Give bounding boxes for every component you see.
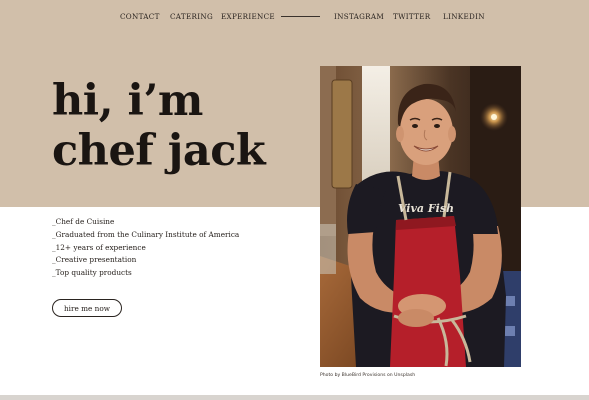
chef-portrait-illustration: Viva Fish — [320, 66, 521, 367]
bio-item-title: _Chef de Cuisine — [52, 217, 115, 226]
hero-headline: hi, i’m chef jack — [52, 76, 266, 176]
nav-link-linkedin[interactable]: LINKEDIN — [443, 10, 485, 24]
nav-link-contact[interactable]: CONTACT — [120, 10, 160, 24]
bio-item-education: _Graduated from the Culinary Institute o… — [52, 229, 240, 239]
nav-link-catering[interactable]: CATERING — [170, 10, 213, 24]
bio-item-experience: _12+ years of experience — [52, 242, 146, 252]
bio-item-products: _Top quality products — [52, 268, 132, 278]
nav-link-instagram[interactable]: INSTAGRAM — [334, 10, 384, 24]
nav-divider — [281, 16, 320, 17]
shirt-logo-text: Viva Fish — [398, 202, 454, 215]
nav-link-experience[interactable]: EXPERIENCE — [221, 10, 275, 24]
bio-item-presentation: _Creative presentation — [52, 255, 137, 265]
nav-link-twitter[interactable]: TWITTER — [393, 10, 431, 24]
top-navigation: CONTACT CATERING EXPERIENCE INSTAGRAM TW… — [0, 10, 589, 24]
page-bottom-rule — [0, 395, 589, 400]
headline-line-2: chef jack — [52, 126, 266, 176]
bio-list: _Chef de Cuisine _Graduated from the Cul… — [52, 216, 239, 280]
chef-portrait-photo: Viva Fish — [320, 66, 521, 367]
hire-me-button[interactable]: hire me now — [52, 299, 122, 317]
headline-line-1: hi, i’m — [52, 76, 203, 126]
photo-credit: Photo by BlueBird Provisions on Unsplash — [320, 373, 416, 378]
